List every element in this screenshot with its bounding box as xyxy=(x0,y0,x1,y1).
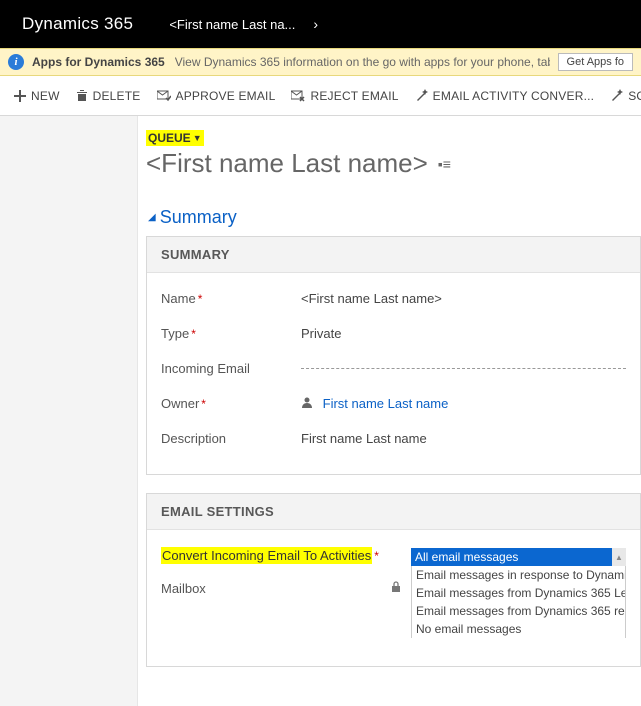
owner-label: Owner xyxy=(161,396,199,411)
left-spacer-panel xyxy=(0,116,138,706)
list-icon[interactable]: ▪≡ xyxy=(438,156,451,172)
apps-notification-bar: i Apps for Dynamics 365 View Dynamics 36… xyxy=(0,48,641,76)
notification-text: View Dynamics 365 information on the go … xyxy=(175,55,550,69)
name-label: Name xyxy=(161,291,196,306)
description-value[interactable]: First name Last name xyxy=(301,431,626,446)
delete-button[interactable]: DELETE xyxy=(68,76,149,115)
app-logo[interactable]: Dynamics 365 xyxy=(0,14,155,34)
trash-icon xyxy=(76,89,88,102)
new-button[interactable]: NEW xyxy=(6,76,68,115)
command-bar: NEW DELETE APPROVE EMAIL REJECT EMAIL EM… xyxy=(0,76,641,116)
mailbox-label: Mailbox xyxy=(161,581,206,596)
incoming-email-field-row: Incoming Email xyxy=(161,351,626,386)
summary-section-heading[interactable]: ◢ Summary xyxy=(148,207,641,228)
chevron-right-icon: › xyxy=(313,16,318,32)
owner-value[interactable]: First name Last name xyxy=(301,396,626,411)
top-navigation-bar: Dynamics 365 <First name Last na... › xyxy=(0,0,641,48)
description-field-row: Description First name Last name xyxy=(161,421,626,456)
breadcrumb[interactable]: <First name Last na... › xyxy=(155,16,332,32)
incoming-email-label: Incoming Email xyxy=(161,361,250,376)
summary-card-header: SUMMARY xyxy=(147,237,640,273)
convert-incoming-email-label: Convert Incoming Email To Activities xyxy=(161,547,372,564)
summary-card: SUMMARY Name* <First name Last name> Typ… xyxy=(146,236,641,475)
social-activity-conversion-button[interactable]: SOCIAL ACTIVITY C xyxy=(602,76,641,115)
name-value[interactable]: <First name Last name> xyxy=(301,291,626,306)
convert-email-field-row: Convert Incoming Email To Activities* Ma… xyxy=(161,538,626,648)
email-activity-conversion-button[interactable]: EMAIL ACTIVITY CONVER... xyxy=(407,76,603,115)
email-settings-card-header: EMAIL SETTINGS xyxy=(147,494,640,530)
user-icon xyxy=(301,396,317,411)
plus-icon xyxy=(14,90,26,102)
name-field-row: Name* <First name Last name> xyxy=(161,281,626,316)
mail-x-icon xyxy=(291,90,305,102)
owner-field-row: Owner* First name Last name xyxy=(161,386,626,421)
lock-icon xyxy=(391,581,401,593)
notification-title: Apps for Dynamics 365 xyxy=(32,55,165,69)
description-label: Description xyxy=(161,431,226,446)
type-label: Type xyxy=(161,326,189,341)
type-field-row: Type* Private xyxy=(161,316,626,351)
caret-down-icon: ▼ xyxy=(193,133,202,143)
wand-icon xyxy=(415,89,428,102)
type-value[interactable]: Private xyxy=(301,326,626,341)
breadcrumb-text: <First name Last na... xyxy=(169,17,295,32)
triangle-collapse-icon: ◢ xyxy=(148,212,156,223)
email-settings-card: EMAIL SETTINGS Convert Incoming Email To… xyxy=(146,493,641,667)
wand-icon xyxy=(610,89,623,102)
main-content: QUEUE▼ <First name Last name> ▪≡ ◢ Summa… xyxy=(138,116,641,706)
dropdown-option[interactable]: Email messages from Dynamics 365 Lead xyxy=(411,584,626,602)
scroll-up-icon[interactable]: ▲ xyxy=(612,548,626,566)
get-apps-button[interactable]: Get Apps fo xyxy=(558,53,633,71)
reject-email-button[interactable]: REJECT EMAIL xyxy=(283,76,406,115)
convert-email-dropdown[interactable]: All email messages ▲ Email messages in r… xyxy=(411,548,626,638)
empty-value-line[interactable] xyxy=(301,368,626,369)
dropdown-option[interactable]: Email messages from Dynamics 365 reco xyxy=(411,602,626,620)
mail-check-icon xyxy=(157,90,171,102)
dropdown-option[interactable]: Email messages in response to Dynamics xyxy=(411,566,626,584)
record-title: <First name Last name> ▪≡ xyxy=(146,148,641,179)
dropdown-option[interactable]: No email messages xyxy=(411,620,626,638)
entity-label-queue[interactable]: QUEUE▼ xyxy=(146,130,204,146)
approve-email-button[interactable]: APPROVE EMAIL xyxy=(149,76,284,115)
info-icon: i xyxy=(8,54,24,70)
dropdown-selected-option[interactable]: All email messages xyxy=(411,548,626,566)
